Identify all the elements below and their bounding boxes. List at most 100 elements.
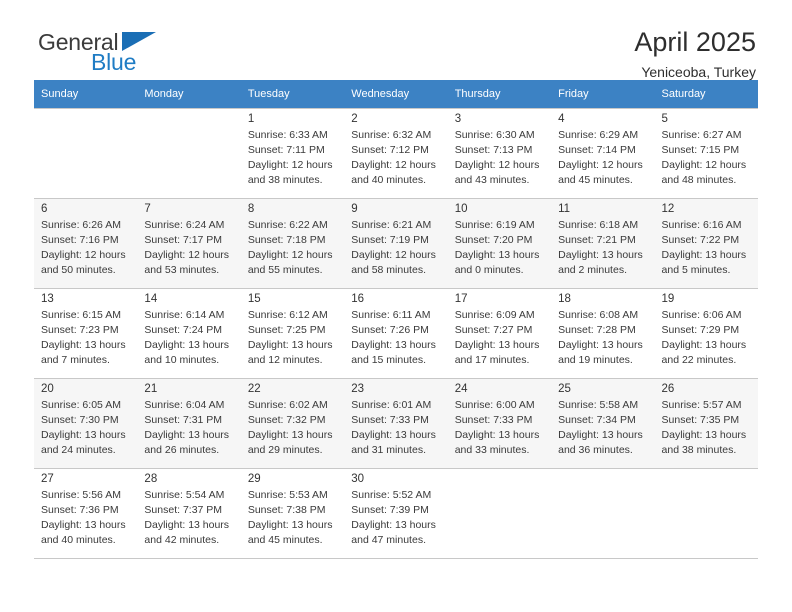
day-number: 19 xyxy=(661,293,675,305)
general-blue-logo[interactable]: General Blue xyxy=(34,28,156,76)
day-cell[interactable]: 13 Sunrise: 6:15 AM Sunset: 7:23 PM Dayl… xyxy=(34,288,138,379)
day-cell[interactable]: 20 Sunrise: 6:05 AM Sunset: 7:30 PM Dayl… xyxy=(34,378,138,469)
day-number: 29 xyxy=(247,473,261,485)
day-details: Sunrise: 5:57 AM Sunset: 7:35 PM Dayligh… xyxy=(661,399,747,456)
day-cell xyxy=(137,108,241,199)
day-cell[interactable]: 28 Sunrise: 5:54 AM Sunset: 7:37 PM Dayl… xyxy=(137,468,241,559)
weekday-header-sunday: Sunday xyxy=(34,80,138,109)
calendar-week-row: 27 Sunrise: 5:56 AM Sunset: 7:36 PM Dayl… xyxy=(34,468,758,559)
weekday-header-tuesday: Tuesday xyxy=(240,80,345,109)
day-details: Sunrise: 6:11 AM Sunset: 7:26 PM Dayligh… xyxy=(351,309,436,366)
calendar-week-row: 6 Sunrise: 6:26 AM Sunset: 7:16 PM Dayli… xyxy=(34,198,758,289)
page-header: General Blue April 2025 Yeniceoba, Turke… xyxy=(34,0,758,81)
day-details: Sunrise: 5:52 AM Sunset: 7:39 PM Dayligh… xyxy=(351,489,436,546)
day-details: Sunrise: 6:19 AM Sunset: 7:20 PM Dayligh… xyxy=(454,219,540,276)
day-number: 20 xyxy=(41,383,54,395)
day-details: Sunrise: 6:33 AM Sunset: 7:11 PM Dayligh… xyxy=(247,129,333,186)
day-number: 15 xyxy=(247,293,261,305)
day-number: 27 xyxy=(41,473,54,485)
day-details: Sunrise: 6:18 AM Sunset: 7:21 PM Dayligh… xyxy=(558,219,643,276)
day-cell[interactable]: 17 Sunrise: 6:09 AM Sunset: 7:27 PM Dayl… xyxy=(447,288,552,379)
day-details: Sunrise: 6:06 AM Sunset: 7:29 PM Dayligh… xyxy=(661,309,747,366)
day-details: Sunrise: 6:01 AM Sunset: 7:33 PM Dayligh… xyxy=(351,399,436,456)
calendar-header-row: Sunday Monday Tuesday Wednesday Thursday… xyxy=(34,80,758,109)
calendar-week-row: 1 Sunrise: 6:33 AM Sunset: 7:11 PM Dayli… xyxy=(34,108,758,199)
day-cell xyxy=(447,468,552,559)
day-details: Sunrise: 5:58 AM Sunset: 7:34 PM Dayligh… xyxy=(558,399,643,456)
day-cell[interactable]: 26 Sunrise: 5:57 AM Sunset: 7:35 PM Dayl… xyxy=(654,378,758,469)
day-cell[interactable]: 19 Sunrise: 6:06 AM Sunset: 7:29 PM Dayl… xyxy=(654,288,758,379)
day-cell[interactable]: 4 Sunrise: 6:29 AM Sunset: 7:14 PM Dayli… xyxy=(551,108,655,199)
day-details: Sunrise: 6:00 AM Sunset: 7:33 PM Dayligh… xyxy=(454,399,540,456)
day-cell xyxy=(654,468,758,559)
day-cell[interactable]: 9 Sunrise: 6:21 AM Sunset: 7:19 PM Dayli… xyxy=(344,198,448,289)
day-details: Sunrise: 6:30 AM Sunset: 7:13 PM Dayligh… xyxy=(454,129,540,186)
day-cell[interactable]: 23 Sunrise: 6:01 AM Sunset: 7:33 PM Dayl… xyxy=(344,378,448,469)
day-details: Sunrise: 5:56 AM Sunset: 7:36 PM Dayligh… xyxy=(41,489,126,546)
day-cell[interactable]: 27 Sunrise: 5:56 AM Sunset: 7:36 PM Dayl… xyxy=(34,468,138,559)
day-cell[interactable]: 30 Sunrise: 5:52 AM Sunset: 7:39 PM Dayl… xyxy=(344,468,448,559)
weekday-header-saturday: Saturday xyxy=(654,80,758,109)
day-details: Sunrise: 6:21 AM Sunset: 7:19 PM Dayligh… xyxy=(351,219,436,276)
day-number: 17 xyxy=(454,293,468,305)
day-cell[interactable]: 22 Sunrise: 6:02 AM Sunset: 7:32 PM Dayl… xyxy=(240,378,345,469)
day-cell[interactable]: 25 Sunrise: 5:58 AM Sunset: 7:34 PM Dayl… xyxy=(551,378,655,469)
day-cell[interactable]: 1 Sunrise: 6:33 AM Sunset: 7:11 PM Dayli… xyxy=(240,108,345,199)
day-number: 1 xyxy=(247,113,255,125)
day-details: Sunrise: 6:26 AM Sunset: 7:16 PM Dayligh… xyxy=(41,219,126,276)
day-details: Sunrise: 6:27 AM Sunset: 7:15 PM Dayligh… xyxy=(661,129,747,186)
day-cell[interactable]: 21 Sunrise: 6:04 AM Sunset: 7:31 PM Dayl… xyxy=(137,378,241,469)
day-details: Sunrise: 6:08 AM Sunset: 7:28 PM Dayligh… xyxy=(558,309,643,366)
day-number: 8 xyxy=(247,203,255,215)
title-block: April 2025 Yeniceoba, Turkey xyxy=(634,27,758,81)
day-cell[interactable]: 14 Sunrise: 6:14 AM Sunset: 7:24 PM Dayl… xyxy=(137,288,241,379)
logo-text-blue: Blue xyxy=(91,49,137,75)
day-number: 12 xyxy=(661,203,675,215)
day-number: 14 xyxy=(144,293,158,305)
day-details: Sunrise: 6:12 AM Sunset: 7:25 PM Dayligh… xyxy=(247,309,333,366)
day-cell[interactable]: 10 Sunrise: 6:19 AM Sunset: 7:20 PM Dayl… xyxy=(447,198,552,289)
day-number: 28 xyxy=(144,473,158,485)
calendar-week-row: 13 Sunrise: 6:15 AM Sunset: 7:23 PM Dayl… xyxy=(34,288,758,379)
day-details: Sunrise: 6:05 AM Sunset: 7:30 PM Dayligh… xyxy=(41,399,126,456)
day-cell[interactable]: 7 Sunrise: 6:24 AM Sunset: 7:17 PM Dayli… xyxy=(137,198,241,289)
day-cell[interactable]: 16 Sunrise: 6:11 AM Sunset: 7:26 PM Dayl… xyxy=(344,288,448,379)
day-number: 24 xyxy=(454,383,468,395)
day-number: 18 xyxy=(558,293,571,305)
day-cell[interactable]: 5 Sunrise: 6:27 AM Sunset: 7:15 PM Dayli… xyxy=(654,108,758,199)
day-cell[interactable]: 8 Sunrise: 6:22 AM Sunset: 7:18 PM Dayli… xyxy=(240,198,345,289)
day-cell[interactable]: 12 Sunrise: 6:16 AM Sunset: 7:22 PM Dayl… xyxy=(654,198,758,289)
day-details: Sunrise: 6:15 AM Sunset: 7:23 PM Dayligh… xyxy=(41,309,126,366)
day-cell[interactable]: 24 Sunrise: 6:00 AM Sunset: 7:33 PM Dayl… xyxy=(447,378,552,469)
day-details: Sunrise: 6:02 AM Sunset: 7:32 PM Dayligh… xyxy=(247,399,333,456)
weekday-header-friday: Friday xyxy=(551,80,655,109)
day-number: 26 xyxy=(661,383,675,395)
day-number: 2 xyxy=(351,113,358,125)
calendar-table: Sunday Monday Tuesday Wednesday Thursday… xyxy=(34,80,758,559)
day-number: 22 xyxy=(247,383,261,395)
day-number: 16 xyxy=(351,293,365,305)
day-cell[interactable]: 3 Sunrise: 6:30 AM Sunset: 7:13 PM Dayli… xyxy=(447,108,552,199)
day-number: 11 xyxy=(558,203,571,215)
page-title: April 2025 xyxy=(634,27,756,57)
calendar-week-row: 20 Sunrise: 6:05 AM Sunset: 7:30 PM Dayl… xyxy=(34,378,758,469)
day-number: 13 xyxy=(41,293,54,305)
day-details: Sunrise: 6:22 AM Sunset: 7:18 PM Dayligh… xyxy=(247,219,333,276)
day-details: Sunrise: 5:54 AM Sunset: 7:37 PM Dayligh… xyxy=(144,489,230,546)
day-cell[interactable]: 29 Sunrise: 5:53 AM Sunset: 7:38 PM Dayl… xyxy=(240,468,345,559)
day-number: 30 xyxy=(351,473,365,485)
day-number: 7 xyxy=(144,203,151,215)
day-number: 21 xyxy=(144,383,158,395)
day-cell xyxy=(34,108,138,199)
day-cell[interactable]: 15 Sunrise: 6:12 AM Sunset: 7:25 PM Dayl… xyxy=(240,288,345,379)
day-number: 23 xyxy=(351,383,365,395)
day-cell[interactable]: 18 Sunrise: 6:08 AM Sunset: 7:28 PM Dayl… xyxy=(551,288,655,379)
day-cell[interactable]: 2 Sunrise: 6:32 AM Sunset: 7:12 PM Dayli… xyxy=(344,108,448,199)
day-cell[interactable]: 11 Sunrise: 6:18 AM Sunset: 7:21 PM Dayl… xyxy=(551,198,655,289)
day-cell[interactable]: 6 Sunrise: 6:26 AM Sunset: 7:16 PM Dayli… xyxy=(34,198,138,289)
day-details: Sunrise: 5:53 AM Sunset: 7:38 PM Dayligh… xyxy=(247,489,333,546)
day-details: Sunrise: 6:24 AM Sunset: 7:17 PM Dayligh… xyxy=(144,219,230,276)
day-number: 10 xyxy=(454,203,468,215)
weekday-header-monday: Monday xyxy=(137,80,241,109)
page-subtitle: Yeniceoba, Turkey xyxy=(641,64,756,81)
